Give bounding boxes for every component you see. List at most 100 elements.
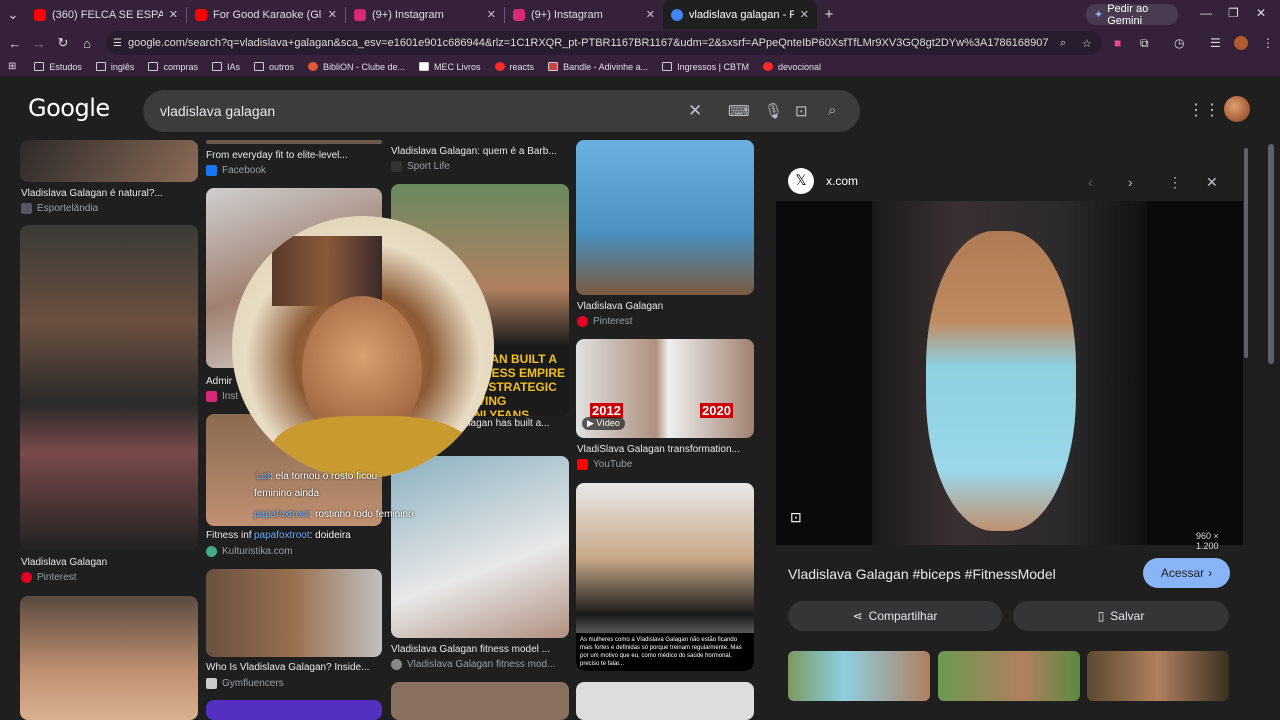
result-source[interactable]: Pinterest	[577, 316, 632, 327]
bookmark-folder[interactable]: outros	[253, 62, 294, 72]
access-button[interactable]: Acessar ›	[1143, 558, 1230, 588]
lens-search-icon[interactable]: ⊡	[790, 509, 802, 526]
apps-grid-icon[interactable]: ⊞	[8, 61, 16, 72]
bookmark-link[interactable]: Bandle - Adivinhe a...	[548, 62, 648, 72]
maximize-icon[interactable]: ❐	[1228, 6, 1239, 20]
result-image[interactable]	[20, 596, 198, 720]
result-image[interactable]	[206, 569, 382, 657]
result-source[interactable]: Sport Life	[391, 161, 450, 172]
result-image[interactable]	[576, 682, 754, 720]
result-image[interactable]	[206, 700, 382, 720]
close-tab-icon[interactable]: ✕	[328, 8, 337, 21]
browser-tab[interactable]: (9+) Instagram ✕	[505, 0, 663, 29]
panel-source[interactable]: 𝕏x.com	[788, 168, 858, 194]
result-image[interactable]	[20, 225, 198, 550]
clear-search-icon[interactable]: ✕	[688, 101, 702, 121]
related-image[interactable]	[788, 651, 930, 701]
extension-icon[interactable]: ■	[1114, 36, 1121, 50]
previous-icon[interactable]: ‹	[1088, 174, 1093, 190]
share-button[interactable]: ⋖ Compartilhar	[788, 601, 1002, 631]
search-input[interactable]: vladislava galagan	[143, 90, 860, 132]
result-title[interactable]: Vladislava Galagan: quem é a Barb...	[391, 146, 569, 157]
search-icon[interactable]: ⌕	[828, 102, 836, 119]
result-source[interactable]: Facebook	[206, 165, 266, 176]
result-image[interactable]	[206, 140, 382, 144]
address-bar[interactable]: ☰ google.com/search?q=vladislava+galagan…	[106, 31, 1102, 55]
reload-icon[interactable]: ↻	[51, 35, 75, 51]
result-title[interactable]: Vladislava Galagan é natural?...	[21, 188, 199, 199]
account-avatar[interactable]	[1224, 96, 1250, 122]
preview-image[interactable]: ⊡ 960 × 1.200	[776, 201, 1243, 551]
tab-strip: ⌄ (360) FELCA SE ESPANTOU COM ✕ For Good …	[0, 0, 1280, 29]
profile-avatar[interactable]	[1234, 36, 1248, 50]
close-panel-icon[interactable]: ✕	[1206, 174, 1218, 191]
keyboard-icon[interactable]: ⌨	[728, 102, 750, 120]
close-tab-icon[interactable]: ✕	[800, 8, 809, 21]
result-source[interactable]: Inst	[206, 391, 238, 402]
site-info-icon[interactable]: ☰	[113, 38, 122, 49]
bookmark-link[interactable]: BibliON - Clube de...	[307, 62, 405, 72]
save-button[interactable]: ▯ Salvar	[1013, 601, 1229, 631]
result-title[interactable]: Admir	[206, 376, 232, 387]
new-tab-icon[interactable]: +	[817, 6, 841, 23]
related-image[interactable]	[1087, 651, 1229, 701]
menu-kebab-icon[interactable]: ⋮	[1262, 36, 1274, 50]
google-logo[interactable]: Google	[28, 94, 110, 122]
browser-tab-active[interactable]: vladislava galagan - Pesquisa G ✕	[663, 0, 817, 29]
history-icon[interactable]: ◷	[1174, 36, 1184, 50]
result-image[interactable]: As mulheres como a Vladislava Galagan nã…	[576, 483, 754, 671]
result-source[interactable]: Kulturistika.com	[206, 546, 293, 557]
result-source[interactable]: Vladislava Galagan fitness mod...	[391, 659, 555, 670]
tab-search-icon[interactable]: ⌄	[0, 7, 26, 23]
result-image[interactable]	[576, 140, 754, 295]
result-title[interactable]: Vladislava Galagan	[21, 557, 107, 568]
result-source[interactable]: Esporteländia	[21, 203, 98, 214]
result-image[interactable]: 2012 2020 ▶ Vídeo	[576, 339, 754, 438]
browser-tab[interactable]: For Good Karaoke (Glinda Part ✕	[187, 0, 345, 29]
bookmark-folder[interactable]: Estudos	[34, 62, 82, 72]
more-options-icon[interactable]: ⋮	[1168, 174, 1182, 191]
browser-tab[interactable]: (9+) Instagram ✕	[346, 0, 504, 29]
bookmark-folder[interactable]: Ingressos | CBTM	[662, 62, 749, 72]
page-scrollbar[interactable]	[1268, 144, 1274, 364]
result-source[interactable]: YouTube	[577, 459, 632, 470]
browser-tab[interactable]: (360) FELCA SE ESPANTOU COM ✕	[26, 0, 186, 29]
lens-icon[interactable]: ⊡	[795, 102, 808, 120]
bookmark-star-icon[interactable]: ☆	[1082, 37, 1092, 50]
bookmark-folder[interactable]: IAs	[211, 62, 240, 72]
image-preview-panel: 𝕏x.com ‹ › ⋮ ✕ ⊡ 960 × 1.200 Vladislava …	[776, 158, 1243, 720]
close-tab-icon[interactable]: ✕	[487, 8, 496, 21]
result-image[interactable]	[391, 456, 569, 638]
bookmark-link[interactable]: MEC Livros	[419, 62, 481, 72]
close-tab-icon[interactable]: ✕	[646, 8, 655, 21]
result-title[interactable]: Fitness inf	[206, 530, 252, 541]
back-icon[interactable]: ←	[3, 36, 27, 51]
pinterest-icon	[577, 316, 588, 327]
bookmark-folder[interactable]: inglês	[95, 62, 134, 72]
related-image[interactable]	[938, 651, 1080, 701]
close-window-icon[interactable]: ✕	[1256, 6, 1266, 20]
voice-search-icon[interactable]: 🎙	[764, 102, 783, 120]
zoom-icon[interactable]: ⌕	[1060, 37, 1066, 50]
result-title[interactable]: VladiSlava Galagan transformation...	[577, 444, 755, 455]
result-title[interactable]: Vladislava Galagan	[577, 301, 663, 312]
result-image[interactable]	[20, 140, 198, 182]
bookmark-link[interactable]: devocional	[762, 62, 821, 72]
result-title[interactable]: Vladislava Galagan fitness model ...	[391, 644, 569, 655]
forward-icon[interactable]: →	[27, 36, 51, 51]
panel-scrollbar[interactable]	[1244, 148, 1248, 358]
result-title[interactable]: From everyday fit to elite-level...	[206, 150, 382, 161]
result-image[interactable]	[391, 682, 569, 720]
home-icon[interactable]: ⌂	[75, 36, 99, 51]
result-source[interactable]: Pinterest	[21, 572, 76, 583]
bookmark-folder[interactable]: compras	[148, 62, 198, 72]
gemini-button[interactable]: ✦ Pedir ao Gemini	[1086, 3, 1178, 27]
extensions-puzzle-icon[interactable]: ⧉	[1140, 36, 1149, 51]
bookmark-link[interactable]: reacts	[494, 62, 534, 72]
result-title[interactable]: Who Is Vladislava Galagan? Inside...	[206, 662, 382, 673]
reading-list-icon[interactable]: ☰	[1210, 36, 1221, 50]
close-tab-icon[interactable]: ✕	[169, 8, 178, 21]
minimize-icon[interactable]: —	[1200, 6, 1212, 20]
result-source[interactable]: Gymfluencers	[206, 678, 284, 689]
next-icon[interactable]: ›	[1128, 174, 1133, 190]
